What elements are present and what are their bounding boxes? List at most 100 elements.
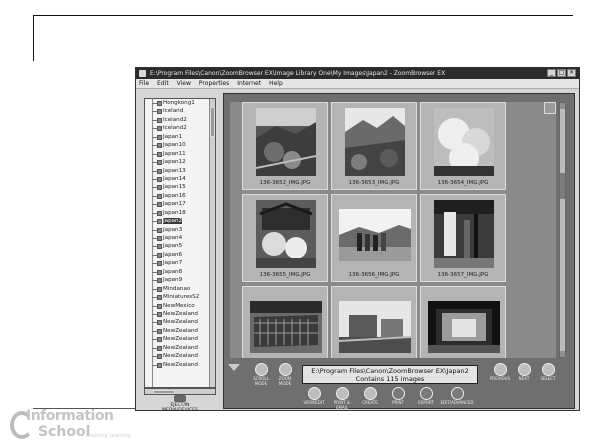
tree-item[interactable]: Hongkong1 — [145, 99, 215, 107]
tree-item[interactable]: Japan16 — [145, 192, 215, 200]
thumbnail-item[interactable]: 136-3657_IMG.JPG — [420, 194, 506, 282]
next-button[interactable]: NEXT — [512, 363, 536, 382]
view-edit-button[interactable]: VIEW/EDIT — [300, 387, 328, 406]
thumbnail-image — [428, 301, 500, 353]
tree-item-label: NewZealand — [163, 310, 198, 317]
grid-vertical-scrollbar[interactable] — [559, 102, 566, 358]
tree-item[interactable]: Japan8 — [145, 268, 215, 276]
print-button[interactable]: PRINT — [384, 387, 412, 406]
thumbnail-image — [339, 301, 411, 353]
app-icon[interactable] — [139, 70, 146, 77]
thumbnail-image — [434, 200, 494, 268]
tree-item[interactable]: Iceland2 — [145, 124, 215, 132]
scrollbar-thumb[interactable] — [153, 390, 175, 394]
tree-item[interactable]: Japan17 — [145, 200, 215, 208]
tree-item[interactable]: NewZealand — [145, 310, 215, 318]
previous-icon — [493, 363, 507, 376]
folder-tree[interactable]: Hongkong1 Iceland Iceland2 Iceland2 Japan1 Ja… — [144, 98, 216, 388]
menu-item-file[interactable]: File — [139, 79, 149, 88]
export-button[interactable]: EXPORT — [412, 387, 440, 406]
tree-item-label: Japan18 — [163, 209, 186, 216]
collapse-arrow-icon[interactable] — [228, 364, 240, 371]
thumbnail-image — [434, 108, 494, 176]
scroll-up-arrow-icon[interactable] — [560, 103, 565, 109]
print-email-button[interactable]: PRINT & EMAIL — [328, 387, 356, 410]
thumbnail-item[interactable]: 136-3655_IMG.JPG — [242, 194, 328, 282]
tree-item[interactable]: Japan15 — [145, 183, 215, 191]
tree-item[interactable]: Japan4 — [145, 234, 215, 242]
title-bar[interactable]: E:\Program Files\Canon\ZoomBrowser EX\Im… — [136, 68, 579, 79]
next-icon — [517, 363, 531, 376]
tree-item[interactable]: Japan13 — [145, 167, 215, 175]
tree-item[interactable]: Japan18 — [145, 209, 215, 217]
previous-button[interactable]: PREVIOUS — [488, 363, 512, 382]
thumbnail-item[interactable] — [242, 286, 328, 358]
thumbnail-caption: 136-3655_IMG.JPG — [259, 272, 311, 278]
tree-horizontal-scrollbar[interactable] — [144, 388, 216, 395]
menu-item-properties[interactable]: Properties — [199, 79, 229, 88]
folder-icon — [157, 311, 162, 317]
eject-media-button[interactable]: EJECT/IN MEDIA/DEVICES — [158, 395, 202, 413]
tree-item[interactable]: Japan10 — [145, 141, 215, 149]
scrollbar-thumb[interactable] — [210, 107, 215, 137]
tree-item[interactable]: NewMexico — [145, 302, 215, 310]
scrollbar-thumb[interactable] — [560, 173, 565, 199]
folder-icon — [157, 252, 162, 258]
tree-item[interactable]: Japan3 — [145, 226, 215, 234]
tree-item[interactable]: Japan6 — [145, 251, 215, 259]
minimize-button[interactable]: _ — [547, 69, 556, 77]
tree-item[interactable]: Mindanao — [145, 285, 215, 293]
view-edit-label: VIEW/EDIT — [303, 400, 325, 405]
tree-item[interactable]: NewZealand — [145, 327, 215, 335]
thumbnail-item[interactable] — [420, 286, 506, 358]
select-button[interactable]: SELECT — [536, 363, 560, 382]
tree-item[interactable]: Japan12 — [145, 158, 215, 166]
menu-item-edit[interactable]: Edit — [157, 79, 169, 88]
tree-item[interactable]: Japan5 — [145, 242, 215, 250]
select-icon — [541, 363, 555, 376]
tree-item[interactable]: MiniaturesS2 — [145, 293, 215, 301]
tree-item[interactable]: NewZealand — [145, 318, 215, 326]
tree-item-label: Japan2 — [163, 218, 183, 225]
tree-item[interactable]: NewZealand — [145, 352, 215, 360]
menu-item-view[interactable]: View — [177, 79, 191, 88]
tree-item-label: Japan6 — [163, 251, 183, 258]
zoom-mode-button[interactable]: ZOOM MODE — [274, 363, 296, 386]
tree-item[interactable]: Japan1 — [145, 133, 215, 141]
menu-item-internet[interactable]: Internet — [237, 79, 261, 88]
tree-item-label: Japan9 — [163, 277, 183, 284]
tree-item[interactable]: Iceland — [145, 107, 215, 115]
tree-item[interactable]: Japan9 — [145, 276, 215, 284]
thumbnail-item[interactable] — [331, 286, 417, 358]
folder-icon — [157, 244, 162, 250]
tree-item[interactable]: NewZealand — [145, 361, 215, 369]
scroll-down-arrow-icon[interactable] — [560, 351, 565, 357]
tree-item[interactable]: Iceland2 — [145, 116, 215, 124]
tree-item[interactable]: Japan11 — [145, 150, 215, 158]
thumbnail-image — [250, 301, 322, 353]
tree-item[interactable]: Japan2 — [145, 217, 215, 225]
eject-icon — [174, 395, 186, 402]
select-label: SELECT — [540, 376, 556, 381]
edit-advanced-button[interactable]: EDIT/ADVANCED — [440, 387, 474, 406]
thumbnail-item[interactable]: 136-3654_IMG.JPG — [420, 102, 506, 190]
view-options-icon[interactable] — [544, 102, 556, 114]
tree-item[interactable]: Japan7 — [145, 259, 215, 267]
tree-item[interactable]: NewZealand — [145, 335, 215, 343]
thumbnail-item[interactable]: 136-3653_IMG.JPG — [331, 102, 417, 190]
menu-item-help[interactable]: Help — [269, 79, 283, 88]
folder-icon — [157, 354, 162, 360]
tree-item[interactable]: NewZealand — [145, 344, 215, 352]
create-button[interactable]: CREATE — [356, 387, 384, 406]
logo-text-line1: Information — [26, 408, 114, 424]
maximize-button[interactable]: □ — [557, 69, 566, 77]
thumbnail-item[interactable]: 136-3656_IMG.JPG — [331, 194, 417, 282]
tree-vertical-scrollbar[interactable] — [209, 99, 215, 387]
tree-item[interactable]: Japan14 — [145, 175, 215, 183]
scroll-mode-button[interactable]: SCROLL MODE — [250, 363, 272, 386]
thumbnail-item[interactable]: 136-3652_IMG.JPG — [242, 102, 328, 190]
tree-item-label: NewMexico — [163, 302, 195, 309]
close-button[interactable]: × — [567, 69, 576, 77]
folder-icon — [157, 151, 162, 157]
tree-item-label: Japan5 — [163, 243, 183, 250]
